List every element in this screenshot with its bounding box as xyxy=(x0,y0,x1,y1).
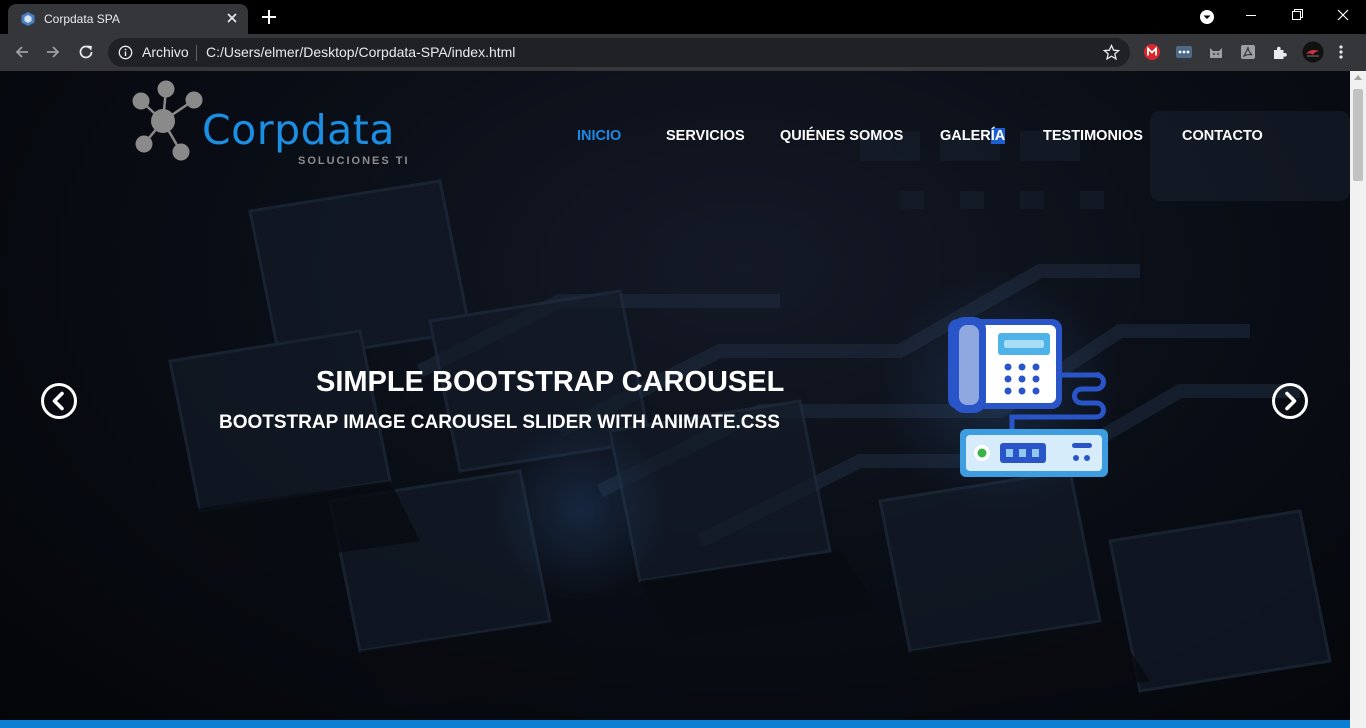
nav-item-quienes-somos[interactable]: QUIÉNES SOMOS xyxy=(780,128,903,144)
pdf-extension-icon[interactable] xyxy=(1239,43,1257,61)
nav-item-inicio[interactable]: INICIO xyxy=(577,128,621,144)
site-favicon-icon xyxy=(21,12,35,26)
telephone-router-icon xyxy=(948,317,1108,477)
extensions-puzzle-icon[interactable] xyxy=(1271,43,1289,61)
address-divider xyxy=(196,45,197,61)
new-tab-icon[interactable] xyxy=(260,8,278,26)
minimize-icon[interactable] xyxy=(1228,0,1274,32)
browser-toolbar: Archivo C:/Users/elmer/Desktop/Corpdata-… xyxy=(0,34,1366,71)
section-bottom-bar xyxy=(0,720,1350,728)
address-scheme-label: Archivo xyxy=(142,44,189,60)
page-viewport: Corpdata SOLUCIONES TI INICIO SERVICIOS … xyxy=(0,71,1350,728)
tab-strip: Corpdata SPA xyxy=(0,0,1366,34)
browser-menu-icon[interactable] xyxy=(1338,43,1344,61)
carousel-subtitle: BOOTSTRAP IMAGE CAROUSEL SLIDER WITH ANI… xyxy=(219,412,780,433)
nav-item-galeria-selection: ÍA xyxy=(990,128,1006,144)
close-tab-icon[interactable] xyxy=(224,10,240,26)
logo-wordmark: Corpdata xyxy=(202,106,395,154)
carousel-prev-icon[interactable] xyxy=(40,382,78,420)
nav-item-testimonios[interactable]: TESTIMONIOS xyxy=(1043,128,1143,144)
page-scrollbar[interactable] xyxy=(1350,71,1366,728)
logo-tagline: SOLUCIONES TI xyxy=(298,155,410,167)
nav-item-servicios[interactable]: SERVICIOS xyxy=(666,128,745,144)
reload-icon[interactable] xyxy=(76,42,96,62)
forward-icon[interactable] xyxy=(43,42,63,62)
cat-extension-icon[interactable] xyxy=(1207,43,1225,61)
nav-item-galeria[interactable]: GALERÍA xyxy=(940,128,1006,144)
carousel-next-icon[interactable] xyxy=(1271,382,1309,420)
mega-extension-icon[interactable] xyxy=(1143,43,1161,61)
address-url[interactable]: C:/Users/elmer/Desktop/Corpdata-SPA/inde… xyxy=(206,44,515,60)
restore-icon[interactable] xyxy=(1274,0,1320,32)
nav-item-contacto[interactable]: CONTACTO xyxy=(1182,128,1263,144)
bookmark-star-icon[interactable] xyxy=(1103,44,1120,61)
network-logo-icon xyxy=(132,80,203,161)
profile-dropdown-icon[interactable] xyxy=(1184,0,1230,32)
tab-title: Corpdata SPA xyxy=(44,12,120,26)
address-bar[interactable]: Archivo C:/Users/elmer/Desktop/Corpdata-… xyxy=(108,38,1130,67)
scroll-up-icon[interactable] xyxy=(1354,75,1362,80)
profile-avatar-icon[interactable] xyxy=(1302,41,1324,63)
browser-tab[interactable]: Corpdata SPA xyxy=(8,4,248,34)
back-icon[interactable] xyxy=(12,42,32,62)
nav-item-galeria-label: GALER xyxy=(940,128,991,144)
carousel-title: SIMPLE BOOTSTRAP CAROUSEL xyxy=(316,366,785,398)
site-info-icon[interactable] xyxy=(118,45,133,60)
site-logo[interactable]: Corpdata SOLUCIONES TI xyxy=(126,79,416,171)
close-window-icon[interactable] xyxy=(1320,0,1366,32)
scrollbar-thumb[interactable] xyxy=(1353,89,1363,181)
dots-extension-icon[interactable] xyxy=(1175,43,1193,61)
